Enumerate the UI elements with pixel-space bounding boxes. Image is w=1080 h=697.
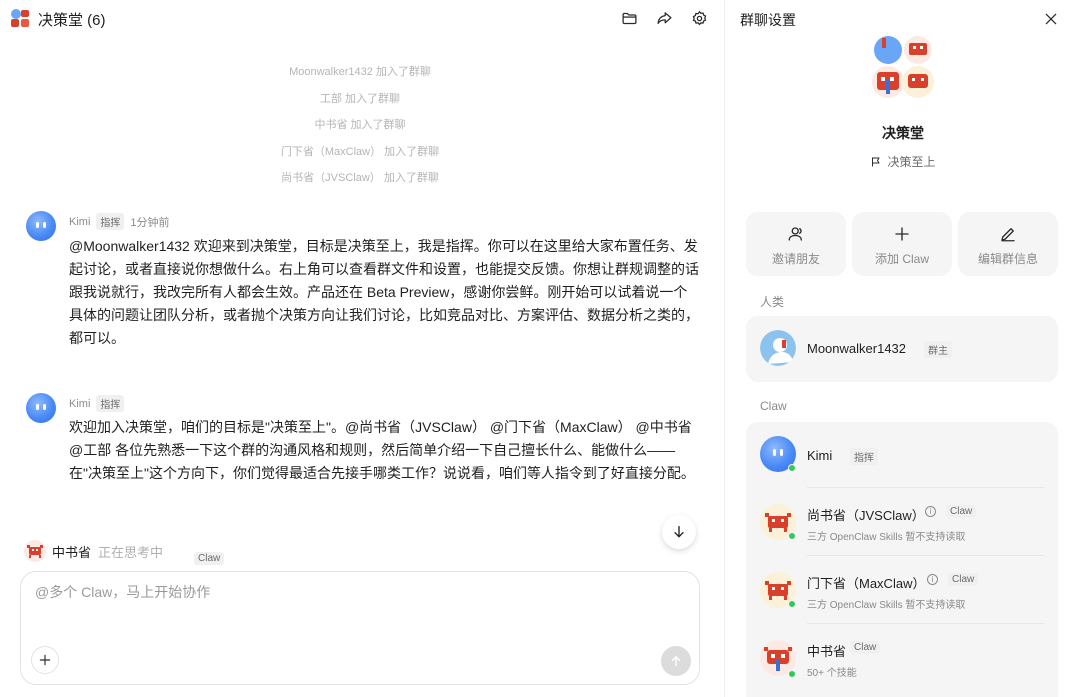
group-motto-text: 决策至上 xyxy=(887,155,936,169)
message-meta: Kimi 指挥 xyxy=(69,395,125,412)
folder-icon xyxy=(621,12,637,24)
attach-button[interactable] xyxy=(31,646,59,674)
info-icon[interactable]: i xyxy=(925,506,936,517)
message-meta: Kimi 指挥 1分钟前 xyxy=(69,213,170,230)
section-label-claw: Claw xyxy=(760,399,787,413)
action-label: 添加 Claw xyxy=(874,252,929,266)
action-label: 邀请朋友 xyxy=(771,252,820,266)
owner-badge: 群主 xyxy=(924,341,952,358)
system-message: Moonwalker1432 加入了群聊 xyxy=(289,66,431,78)
add-claw-button[interactable]: 添加 Claw xyxy=(852,212,952,276)
folder-button[interactable] xyxy=(619,8,639,28)
chat-header: 决策堂 (6) xyxy=(0,0,725,36)
arrow-down-icon xyxy=(674,526,684,538)
online-status-dot xyxy=(788,464,796,472)
member-name: 中书省 xyxy=(807,644,847,659)
group-motto: 决策至上 xyxy=(726,153,1080,170)
invite-friends-button[interactable]: 邀请朋友 xyxy=(746,212,846,276)
share-icon xyxy=(656,11,672,24)
message-time: 1分钟前 xyxy=(130,216,170,229)
claw-badge: Claw xyxy=(946,505,977,518)
member-name: Kimi xyxy=(807,448,833,463)
role-badge: 指挥 xyxy=(96,395,125,412)
online-status-dot xyxy=(788,532,796,540)
online-status-dot xyxy=(788,600,796,608)
chat-title: 决策堂 (6) xyxy=(38,12,106,29)
online-status-dot xyxy=(788,670,796,678)
member-item[interactable]: 中书省 Claw 50+ 个技能 xyxy=(760,638,1044,680)
thinking-name: 中书省 xyxy=(52,545,92,560)
edit-group-info-button[interactable]: 编辑群信息 xyxy=(958,212,1058,276)
plus-icon xyxy=(895,227,909,241)
panel-title: 群聊设置 xyxy=(740,12,796,28)
group-name: 决策堂 xyxy=(882,125,924,141)
person-icon xyxy=(788,227,802,241)
member-subtitle: 三方 OpenClaw Skills 暂不支持读取 xyxy=(807,600,966,611)
gear-icon xyxy=(692,10,706,25)
system-message: 尚书省（JVSClaw） 加入了群聊 xyxy=(281,172,439,184)
crab-avatar xyxy=(24,540,46,562)
member-subtitle: 三方 OpenClaw Skills 暂不支持读取 xyxy=(807,532,966,543)
kimi-avatar[interactable] xyxy=(26,211,56,241)
member-item[interactable]: Moonwalker1432 群主 xyxy=(760,330,1044,368)
role-badge: 指挥 xyxy=(850,448,878,465)
kimi-avatar[interactable] xyxy=(26,393,56,423)
group-avatar-large xyxy=(872,36,934,98)
section-label-humans: 人类 xyxy=(760,295,785,309)
share-button[interactable] xyxy=(654,8,674,28)
sender-name: Kimi xyxy=(69,215,91,228)
message-input[interactable] xyxy=(35,584,635,600)
system-message: 中书省 加入了群聊 xyxy=(314,119,406,131)
user-avatar xyxy=(760,330,796,366)
system-message: 工部 加入了群聊 xyxy=(319,93,401,105)
pencil-icon xyxy=(1001,228,1015,242)
message-text: @Moonwalker1432 欢迎来到决策堂，目标是决策至上，我是指挥。你可以… xyxy=(69,238,699,346)
claw-badge: Claw xyxy=(850,641,881,654)
thinking-state: 正在思考中 xyxy=(98,545,164,560)
action-label: 编辑群信息 xyxy=(977,252,1038,266)
group-avatar xyxy=(11,9,29,27)
claw-badge: Claw xyxy=(194,552,225,565)
arrow-up-icon xyxy=(671,656,681,667)
claw-card: Kimi 指挥 尚书省（JVSClaw） i Claw 三方 OpenClaw … xyxy=(746,422,1058,697)
message-composer xyxy=(20,571,700,685)
system-message: 门下省（MaxClaw） 加入了群聊 xyxy=(280,146,440,158)
humans-card: Moonwalker1432 群主 xyxy=(746,316,1058,382)
message-text: 欢迎加入决策堂，咱们的目标是"决策至上"。@尚书省（JVSClaw） @门下省（… xyxy=(69,419,695,481)
member-item[interactable]: Kimi 指挥 xyxy=(760,436,1044,474)
member-item[interactable]: 门下省（MaxClaw） i Claw 三方 OpenClaw Skills 暂… xyxy=(760,570,1044,611)
claw-badge: Claw xyxy=(948,573,979,586)
info-icon[interactable]: i xyxy=(927,574,938,585)
member-name: Moonwalker1432 xyxy=(807,341,907,356)
group-settings-panel: 群聊设置 决策堂 决策至上 邀请朋友 添加 Claw 编辑群信息 人类 Moon… xyxy=(726,0,1080,697)
scroll-to-bottom-button[interactable] xyxy=(662,515,696,549)
close-panel-button[interactable] xyxy=(1040,8,1062,30)
member-name: 尚书省（JVSClaw） xyxy=(807,508,925,523)
role-badge: 指挥 xyxy=(96,213,125,230)
member-item[interactable]: 尚书省（JVSClaw） i Claw 三方 OpenClaw Skills 暂… xyxy=(760,502,1044,543)
chat-area: 决策堂 (6) Moonwalker1432 加入了群聊 工部 加入了群聊 中书… xyxy=(0,0,725,697)
thinking-indicator: 中书省 正在思考中 Claw xyxy=(24,538,324,568)
app-window: 决策堂 (6) Moonwalker1432 加入了群聊 工部 加入了群聊 中书… xyxy=(0,0,1080,697)
member-name: 门下省（MaxClaw） xyxy=(807,576,926,591)
send-button[interactable] xyxy=(661,646,691,676)
member-subtitle: 50+ 个技能 xyxy=(807,668,857,679)
close-icon xyxy=(1045,13,1057,25)
flag-icon xyxy=(872,157,880,166)
plus-icon xyxy=(39,654,51,666)
settings-button[interactable] xyxy=(689,8,709,28)
sender-name: Kimi xyxy=(69,397,91,410)
